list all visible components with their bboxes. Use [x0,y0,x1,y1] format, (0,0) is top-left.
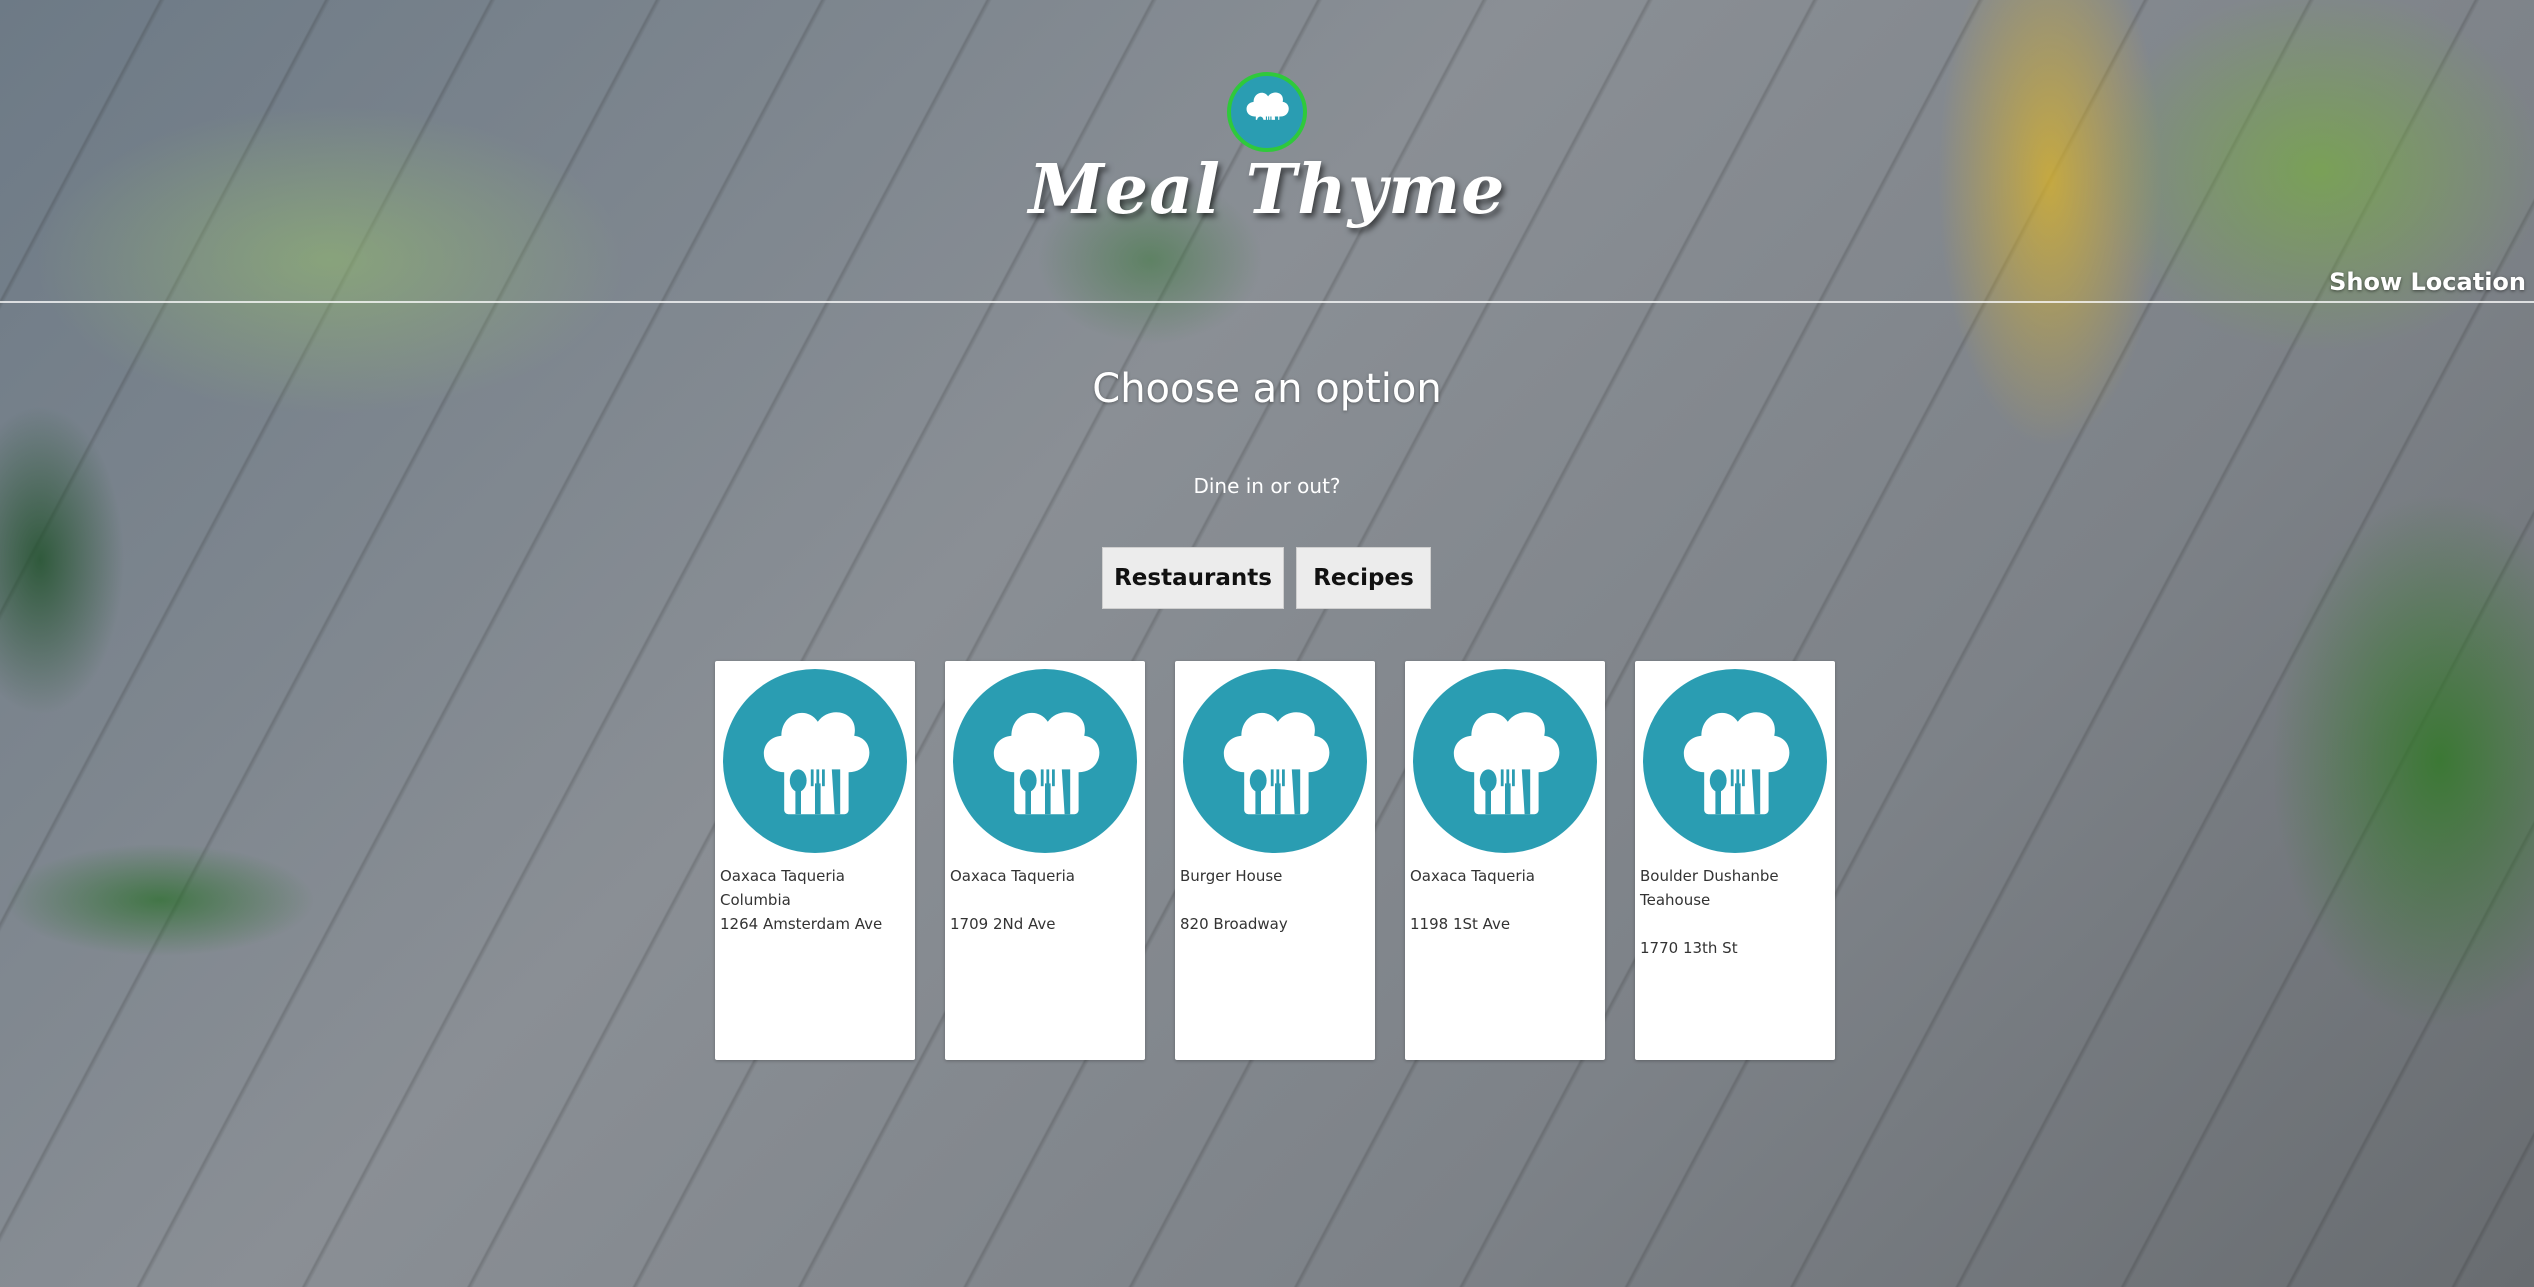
restaurant-name: Oaxaca Taqueria [950,867,1075,885]
app-title: Meal Thyme [1028,150,1506,230]
restaurant-image [953,669,1137,853]
chef-hat-utensils-icon [1683,712,1790,815]
restaurant-card[interactable]: Oaxaca Taqueria 1709 2Nd Ave [945,661,1145,1060]
chef-hat-utensils-icon [993,712,1100,815]
restaurant-image [1643,669,1827,853]
chef-hat-utensils-icon [1246,92,1289,136]
restaurant-address: 1198 1St Ave [1410,915,1511,933]
restaurant-address: 1264 Amsterdam Ave [720,915,883,933]
restaurant-card[interactable]: Burger House 820 Broadway [1175,661,1375,1060]
restaurant-card[interactable]: Oaxaca Taqueria Columbia 1264 Amsterdam … [715,661,915,1060]
chef-hat-utensils-icon [1453,712,1560,815]
restaurant-image [1413,669,1597,853]
restaurant-name: Burger House [1180,867,1283,885]
restaurant-name: Boulder Dushanbe Teahouse [1640,867,1779,909]
restaurant-name: Oaxaca Taqueria Columbia [720,867,845,909]
logo [1227,72,1307,152]
recipes-button[interactable]: Recipes [1296,547,1431,609]
restaurant-address: 820 Broadway [1180,915,1288,933]
chef-hat-utensils-icon [763,712,870,815]
restaurant-card[interactable]: Boulder Dushanbe Teahouse 1770 13th St [1635,661,1835,1060]
page-title: Choose an option [1092,366,1442,412]
chef-hat-utensils-icon [1223,712,1330,815]
page-subtitle: Dine in or out? [1193,474,1341,498]
restaurant-address: 1709 2Nd Ave [950,915,1056,933]
restaurant-card[interactable]: Oaxaca Taqueria 1198 1St Ave [1405,661,1605,1060]
restaurant-image [1183,669,1367,853]
header: Meal Thyme Show Location [0,0,2534,303]
show-location-link[interactable]: Show Location [2329,268,2526,296]
restaurant-image [723,669,907,853]
restaurant-address: 1770 13th St [1640,939,1738,957]
restaurant-name: Oaxaca Taqueria [1410,867,1535,885]
header-divider [0,301,2534,303]
restaurants-button[interactable]: Restaurants [1102,547,1284,609]
